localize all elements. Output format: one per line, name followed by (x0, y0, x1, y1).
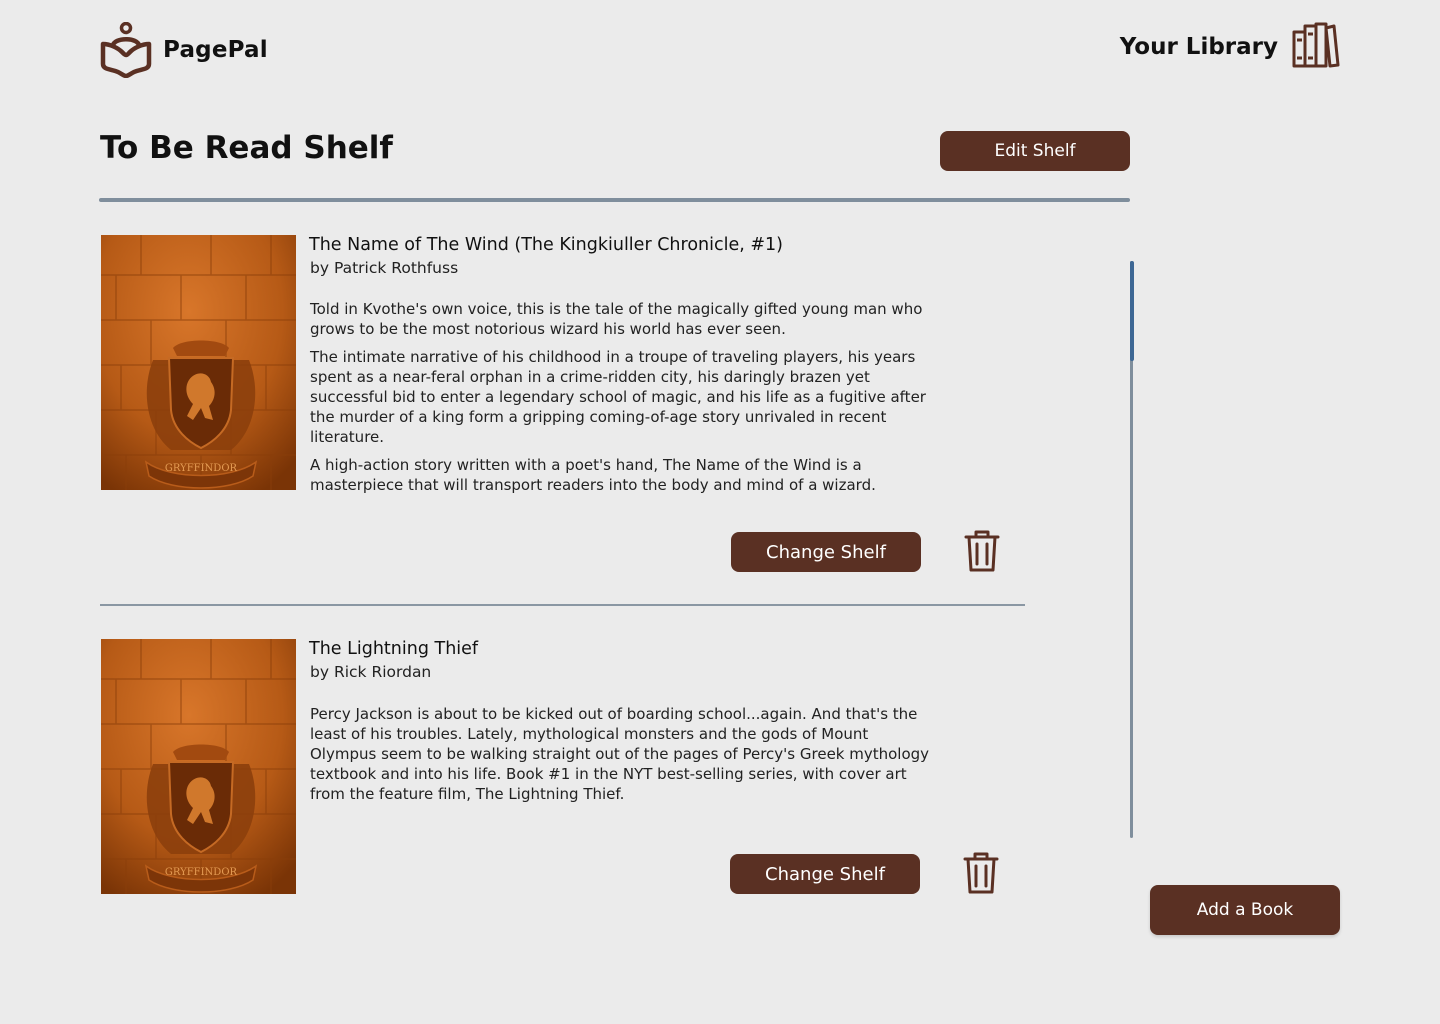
trash-icon[interactable] (962, 851, 1000, 895)
book-author: by Rick Riordan (310, 663, 432, 681)
your-library-label: Your Library (1119, 34, 1278, 60)
description-paragraph: Percy Jackson is about to be kicked out … (310, 705, 930, 803)
book-cover-image[interactable]: GRYFFINDOR (101, 235, 296, 490)
description-paragraph: The intimate narrative of his childhood … (310, 348, 926, 446)
edit-shelf-button[interactable]: Edit Shelf (940, 131, 1130, 171)
bookshelf-icon (1292, 22, 1340, 72)
trash-icon[interactable] (963, 529, 1001, 573)
your-library-link[interactable]: Your Library (1120, 22, 1340, 72)
scrollbar-thumb[interactable] (1130, 261, 1134, 361)
page: PagePal Your Library To Be Read Shelf Ed… (0, 0, 1440, 1024)
description-paragraph: Told in Kvothe's own voice, this is the … (310, 300, 923, 338)
book-description: Percy Jackson is about to be kicked out … (310, 704, 930, 812)
cover-text: GRYFFINDOR (165, 867, 238, 878)
change-shelf-button[interactable]: Change Shelf (730, 854, 920, 894)
book-title[interactable]: The Name of The Wind (The Kingkiuller Ch… (309, 235, 783, 255)
book-card: GRYFFINDOR The Lightning Thief by Rick R… (100, 639, 1025, 899)
book-title[interactable]: The Lightning Thief (309, 639, 478, 659)
reader-book-logo-icon (100, 22, 152, 78)
book-card: GRYFFINDOR The Name of The Wind (The Kin… (100, 235, 1025, 575)
app-logo[interactable]: PagePal (100, 22, 268, 78)
book-cover-image[interactable]: GRYFFINDOR (101, 639, 296, 894)
page-title: To Be Read Shelf (100, 130, 393, 166)
change-shelf-button[interactable]: Change Shelf (731, 532, 921, 572)
book-author: by Patrick Rothfuss (310, 259, 459, 277)
book-description: Told in Kvothe's own voice, this is the … (310, 299, 930, 503)
book-divider (100, 604, 1025, 606)
add-book-button[interactable]: Add a Book (1150, 885, 1340, 935)
description-paragraph: A high-action story written with a poet'… (310, 456, 876, 494)
app-name: PagePal (163, 37, 268, 63)
cover-text: GRYFFINDOR (165, 463, 238, 474)
header-divider (99, 198, 1130, 202)
